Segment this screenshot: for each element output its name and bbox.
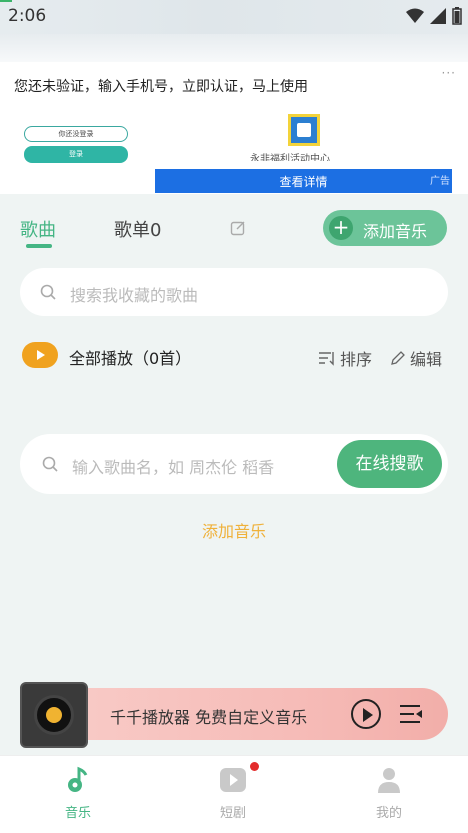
vinyl-disc-icon bbox=[34, 695, 74, 735]
online-search-placeholder: 输入歌曲名，如 周杰伦 稻香 bbox=[72, 458, 275, 477]
ad-banner[interactable]: 您还未验证，输入手机号，立即认证，马上使用 ··· 你还没登录 登录 永非福利活… bbox=[0, 62, 468, 194]
status-indicator bbox=[0, 0, 12, 2]
ad-subtitle: 永非福利活动中心 bbox=[250, 154, 330, 161]
music-note-icon bbox=[64, 766, 92, 794]
signal-icon bbox=[430, 8, 446, 24]
notification-dot bbox=[250, 762, 259, 771]
nav-label: 短剧 bbox=[219, 806, 246, 821]
sort-button[interactable]: 排序 bbox=[318, 346, 372, 370]
status-icons bbox=[406, 6, 462, 26]
search-input[interactable]: 搜索我收藏的歌曲 bbox=[20, 268, 448, 316]
status-time: 2:06 bbox=[8, 6, 47, 26]
search-placeholder: 搜索我收藏的歌曲 bbox=[70, 286, 199, 305]
album-cover[interactable] bbox=[20, 682, 88, 748]
ad-more-icon[interactable]: ··· bbox=[442, 66, 456, 80]
video-play-icon bbox=[219, 762, 259, 794]
edit-button[interactable]: 编辑 bbox=[390, 346, 442, 370]
ad-login-button[interactable]: 登录 bbox=[24, 146, 128, 163]
music-note-icon bbox=[46, 707, 62, 723]
ad-message: 您还未验证，输入手机号，立即认证，马上使用 bbox=[14, 79, 308, 95]
online-search-button[interactable]: 在线搜歌 bbox=[337, 440, 442, 488]
search-icon bbox=[42, 456, 58, 472]
battery-icon bbox=[452, 7, 462, 25]
ad-tag: 广告 bbox=[430, 176, 450, 187]
nav-music[interactable]: 音乐 bbox=[38, 766, 118, 821]
tab-songs[interactable]: 歌曲 bbox=[20, 216, 56, 242]
play-button[interactable] bbox=[351, 699, 381, 729]
nav-label: 我的 bbox=[375, 806, 402, 821]
user-icon bbox=[375, 766, 403, 794]
add-music-button[interactable]: + 添加音乐 bbox=[323, 210, 447, 246]
playlist-icon[interactable] bbox=[398, 701, 424, 727]
tab-playlists[interactable]: 歌单0 bbox=[114, 216, 161, 242]
tab-bar: 歌曲 歌单0 + 添加音乐 bbox=[0, 200, 468, 260]
play-all-label[interactable]: 全部播放（0首） bbox=[69, 345, 191, 369]
ad-login-field[interactable]: 你还没登录 bbox=[24, 126, 128, 142]
sort-icon bbox=[319, 352, 334, 366]
search-icon bbox=[40, 284, 56, 300]
sort-label: 排序 bbox=[340, 350, 373, 369]
add-music-label: 添加音乐 bbox=[363, 222, 428, 241]
add-music-link[interactable]: 添加音乐 bbox=[0, 518, 468, 542]
nav-profile[interactable]: 我的 bbox=[349, 766, 429, 821]
status-bar: 2:06 bbox=[0, 0, 468, 34]
edit-label: 编辑 bbox=[410, 350, 443, 369]
wifi-icon bbox=[406, 8, 424, 23]
nav-label: 音乐 bbox=[64, 806, 91, 821]
nav-drama[interactable]: 短剧 bbox=[193, 762, 273, 821]
play-all-button[interactable] bbox=[22, 342, 58, 368]
edit-playlist-icon[interactable] bbox=[230, 220, 246, 236]
ad-header-strip bbox=[0, 34, 468, 62]
play-icon bbox=[363, 708, 373, 722]
player-title: 千千播放器 免费自定义音乐 bbox=[110, 708, 308, 727]
bottom-nav: 音乐 短剧 我的 bbox=[0, 755, 468, 833]
play-icon bbox=[37, 350, 45, 360]
ad-details-button[interactable]: 查看详情 bbox=[155, 169, 452, 193]
online-search-input[interactable]: 输入歌曲名，如 周杰伦 稻香 在线搜歌 bbox=[20, 434, 448, 494]
plus-icon: + bbox=[329, 216, 353, 240]
tab-underline bbox=[26, 244, 52, 248]
pencil-icon bbox=[391, 351, 405, 365]
mini-player[interactable]: 千千播放器 免费自定义音乐 bbox=[20, 682, 448, 748]
hand-icon bbox=[297, 123, 311, 137]
ad-thumbnail bbox=[288, 114, 320, 146]
